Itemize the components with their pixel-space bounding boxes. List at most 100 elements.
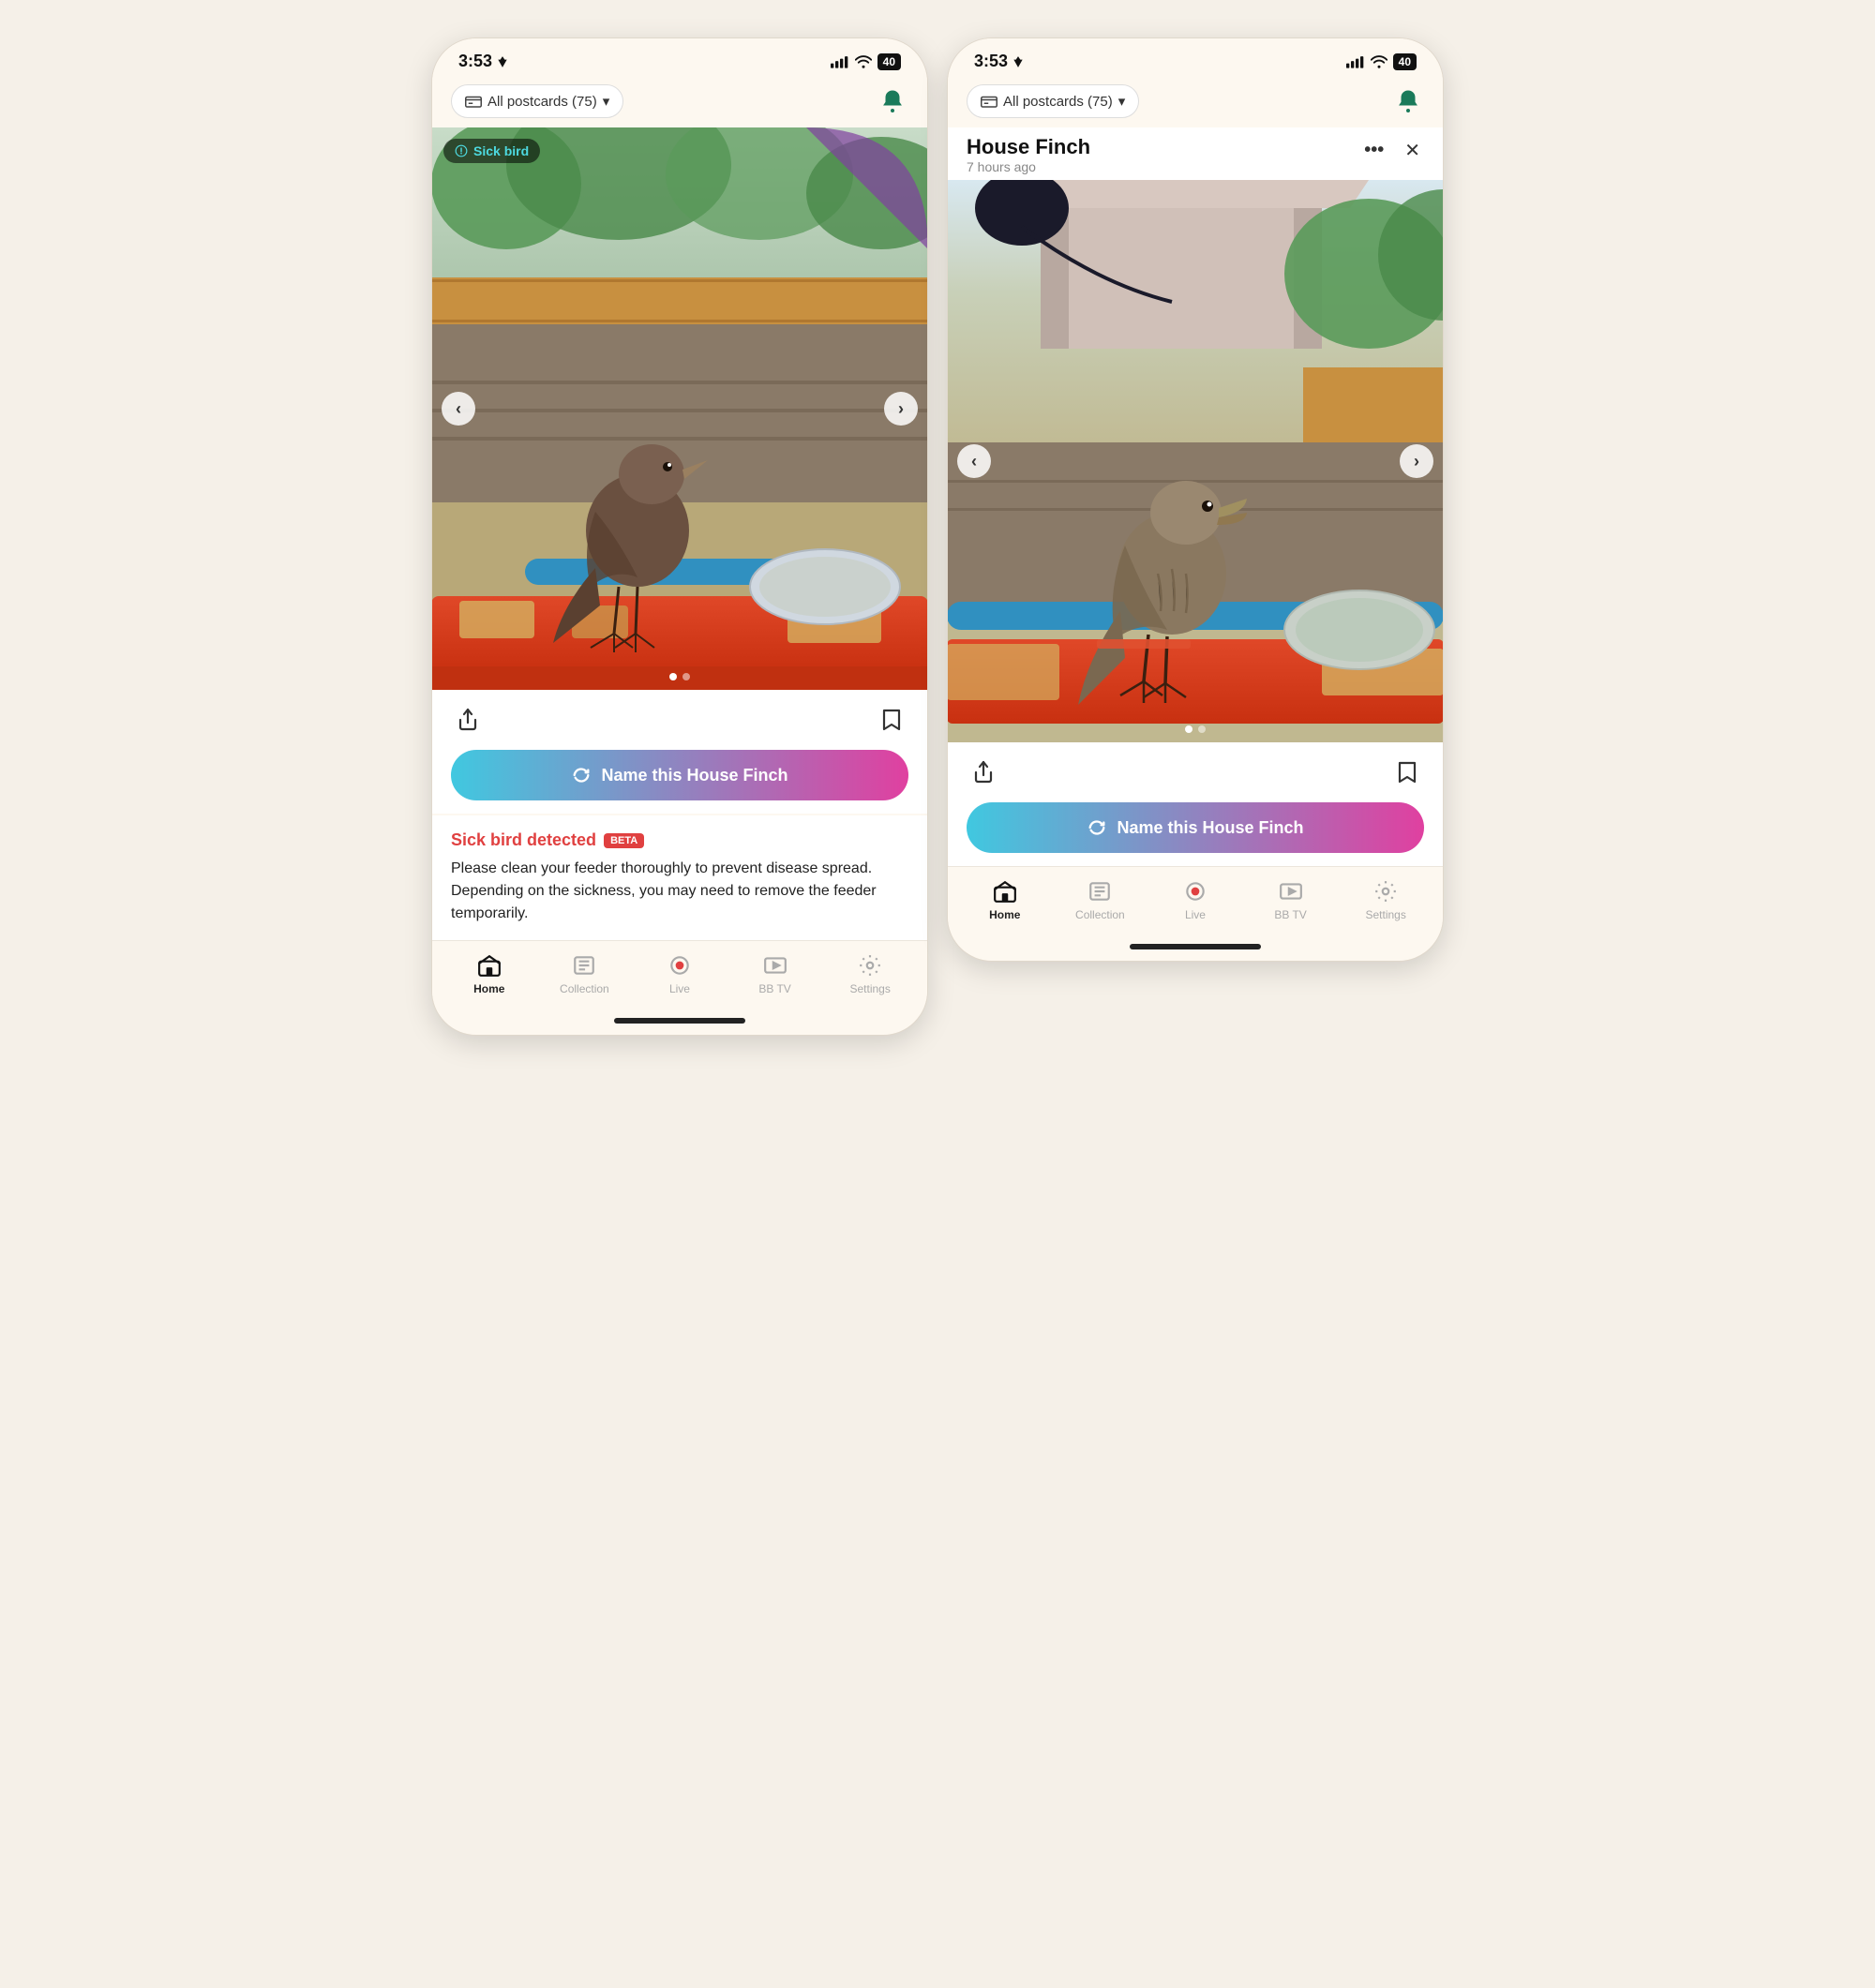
- right-card-header: House Finch 7 hours ago ••• ✕: [948, 127, 1443, 180]
- right-carousel-prev[interactable]: ‹: [957, 444, 991, 478]
- left-nav-collection[interactable]: Collection: [537, 952, 633, 995]
- left-time: 3:53: [458, 52, 509, 71]
- left-nav-settings[interactable]: Settings: [822, 952, 918, 995]
- right-nav-live[interactable]: Live: [1148, 878, 1243, 921]
- collection-icon: [571, 952, 597, 979]
- time-ago: 7 hours ago: [967, 159, 1036, 174]
- home-svg: [477, 953, 502, 978]
- right-carousel-next[interactable]: ›: [1400, 444, 1433, 478]
- right-phone: 3:53 40: [947, 37, 1444, 962]
- home-icon: [476, 952, 502, 979]
- right-nav-settings[interactable]: Settings: [1338, 878, 1433, 921]
- right-settings-icon: [1372, 878, 1399, 904]
- right-home-svg: [993, 879, 1017, 904]
- bbtv-svg: [763, 953, 788, 978]
- bell-svg: [879, 88, 906, 114]
- right-bookmark-button[interactable]: [1390, 755, 1424, 789]
- left-bird-scene-svg: [432, 127, 927, 690]
- postcards-button[interactable]: All postcards (75) ▾: [451, 84, 623, 118]
- right-home-label: Home: [989, 908, 1020, 921]
- collection-svg: [572, 953, 596, 978]
- left-bookmark-button[interactable]: [875, 703, 908, 737]
- right-postcards-button[interactable]: All postcards (75) ▾: [967, 84, 1139, 118]
- bookmark-icon: [878, 707, 905, 733]
- right-signal-icon: [1346, 55, 1365, 68]
- right-dot-1: [1185, 725, 1192, 733]
- right-home-bar: [1130, 944, 1261, 949]
- right-card-body: Name this House Finch: [948, 742, 1443, 866]
- left-phone: 3:53 40: [431, 37, 928, 1036]
- right-collection-label: Collection: [1075, 908, 1125, 921]
- right-collection-svg: [1088, 879, 1112, 904]
- left-status-bar: 3:53 40: [432, 38, 927, 77]
- right-nav-bbtv[interactable]: BB TV: [1243, 878, 1339, 921]
- left-nav-live[interactable]: Live: [632, 952, 728, 995]
- location-icon: [496, 55, 509, 68]
- right-share-button[interactable]: [967, 755, 1000, 789]
- right-status-bar: 3:53 40: [948, 38, 1443, 77]
- left-share-button[interactable]: [451, 703, 485, 737]
- right-settings-label: Settings: [1365, 908, 1405, 921]
- right-live-icon: [1182, 878, 1208, 904]
- left-status-icons: 40: [831, 53, 901, 70]
- sick-bird-tag: Sick bird: [443, 139, 540, 163]
- close-button[interactable]: ✕: [1401, 135, 1424, 166]
- right-nav-home[interactable]: Home: [957, 878, 1053, 921]
- settings-svg: [858, 953, 882, 978]
- right-notification-bell[interactable]: [1392, 85, 1424, 117]
- right-bottom-nav: Home Collection Live: [948, 866, 1443, 940]
- postcards-icon: [465, 95, 482, 108]
- right-bookmark-icon: [1394, 759, 1420, 785]
- right-bell-svg: [1395, 88, 1421, 114]
- refresh-icon: [571, 765, 592, 785]
- sick-description: Please clean your feeder thoroughly to p…: [451, 858, 908, 925]
- right-wifi-icon: [1371, 55, 1388, 68]
- dot-2: [682, 673, 690, 680]
- right-status-icons: 40: [1346, 53, 1417, 70]
- sick-bird-icon: [455, 144, 468, 157]
- signal-icon: [831, 55, 849, 68]
- right-bbtv-icon: [1278, 878, 1304, 904]
- phones-container: 3:53 40: [0, 0, 1875, 1988]
- left-home-bar: [614, 1018, 745, 1024]
- right-live-svg: [1183, 879, 1208, 904]
- right-action-row: [967, 755, 1424, 789]
- left-nav-bbtv[interactable]: BB TV: [728, 952, 823, 995]
- right-settings-svg: [1373, 879, 1398, 904]
- bbtv-icon: [762, 952, 788, 979]
- more-options-button[interactable]: •••: [1360, 136, 1388, 165]
- left-name-button[interactable]: Name this House Finch: [451, 750, 908, 800]
- notification-bell[interactable]: [877, 85, 908, 117]
- right-refresh-icon: [1087, 817, 1107, 838]
- left-bottom-nav: Home Collection Live: [432, 940, 927, 1014]
- right-bird-scene-svg: [948, 180, 1443, 742]
- right-bbtv-label: BB TV: [1274, 908, 1306, 921]
- collection-label: Collection: [560, 982, 609, 995]
- carousel-next[interactable]: ›: [884, 392, 918, 426]
- battery-indicator: 40: [878, 53, 901, 70]
- card-header-actions: ••• ✕: [1360, 135, 1424, 166]
- right-carousel-dots: [1185, 725, 1206, 733]
- left-nav-home[interactable]: Home: [442, 952, 537, 995]
- left-card-body: Name this House Finch: [432, 690, 927, 814]
- live-label: Live: [669, 982, 690, 995]
- right-nav-collection[interactable]: Collection: [1053, 878, 1148, 921]
- right-dot-2: [1198, 725, 1206, 733]
- carousel-prev[interactable]: ‹: [442, 392, 475, 426]
- beta-badge: BETA: [604, 833, 644, 848]
- right-location-icon: [1012, 55, 1025, 68]
- bird-name: House Finch: [967, 135, 1090, 159]
- bbtv-label: BB TV: [758, 982, 790, 995]
- settings-label: Settings: [849, 982, 890, 995]
- wifi-icon: [855, 55, 872, 68]
- right-nav-bar: All postcards (75) ▾: [948, 77, 1443, 127]
- right-battery-indicator: 40: [1393, 53, 1417, 70]
- right-share-icon: [970, 759, 997, 785]
- home-label: Home: [473, 982, 504, 995]
- sick-title: Sick bird detected BETA: [451, 830, 908, 850]
- right-time: 3:53: [974, 52, 1025, 71]
- right-name-button[interactable]: Name this House Finch: [967, 802, 1424, 853]
- settings-icon: [857, 952, 883, 979]
- left-action-row: [451, 703, 908, 737]
- carousel-dots: [669, 673, 690, 680]
